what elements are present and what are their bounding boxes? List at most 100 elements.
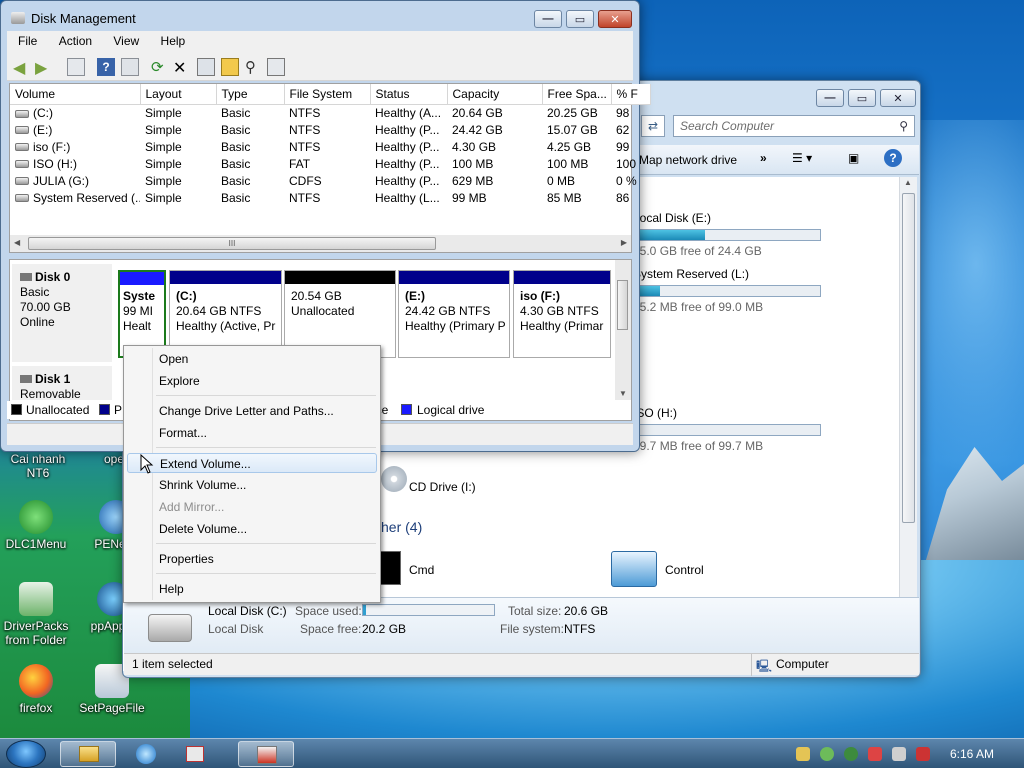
properties-icon[interactable] <box>121 58 139 76</box>
disk1-label[interactable]: Disk 1 Removable <box>12 366 112 401</box>
menu-separator <box>156 395 376 396</box>
menu-item-properties[interactable]: Properties <box>127 549 377 569</box>
table-row[interactable]: ISO (H:) Simple Basic FAT Healthy (P... 100 M… <box>10 155 650 172</box>
scroll-up-icon[interactable]: ▲ <box>904 178 912 187</box>
table-cell: 100 MB <box>452 156 494 171</box>
menu-item-format[interactable]: Format... <box>127 423 377 443</box>
scroll-right-icon[interactable]: ▶ <box>621 238 627 247</box>
explorer-close-button[interactable]: ✕ <box>880 89 916 107</box>
table-cell: Healthy (P... <box>375 156 440 171</box>
check-icon[interactable] <box>197 58 215 76</box>
table-row[interactable]: iso (F:) Simple Basic NTFS Healthy (P... 4.30… <box>10 138 650 155</box>
scrollbar-thumb[interactable] <box>617 280 628 330</box>
back-icon[interactable]: ◀ <box>13 58 31 77</box>
map-network-drive-button[interactable]: Map network drive <box>639 153 737 167</box>
drive-usage-bar <box>633 424 821 436</box>
menu-item-explore[interactable]: Explore <box>127 371 377 391</box>
graph-vertical-scrollbar[interactable]: ▼ <box>615 260 631 400</box>
volume-list-horizontal-scrollbar[interactable]: ◀ III ▶ <box>10 235 631 252</box>
taskbar-disk-management[interactable] <box>238 741 294 767</box>
table-cell: 24.42 GB <box>452 122 503 137</box>
explorer-maximize-button[interactable]: ▭ <box>848 89 876 107</box>
open-folder-icon[interactable] <box>221 58 239 76</box>
menu-item-change-drive-letter[interactable]: Change Drive Letter and Paths... <box>127 401 377 421</box>
table-row[interactable]: (E:) Simple Basic NTFS Healthy (P... 24.42 GB… <box>10 121 650 138</box>
volume-name-cell: (E:) <box>10 121 140 138</box>
close-button[interactable]: ✕ <box>598 10 632 28</box>
table-cell: 4.30 GB <box>452 139 497 154</box>
desktop-icon-firefox[interactable]: firefox <box>0 664 72 715</box>
tray-security-icon[interactable] <box>820 747 834 761</box>
minimize-icon: — <box>542 13 554 25</box>
scrollbar-thumb[interactable] <box>902 193 915 523</box>
start-button[interactable] <box>6 740 46 768</box>
help-icon[interactable]: ? <box>97 58 115 76</box>
scroll-left-icon[interactable]: ◀ <box>14 238 20 247</box>
console-tree-icon[interactable] <box>67 58 85 76</box>
preview-pane-button[interactable]: ▣ <box>848 151 859 165</box>
scroll-down-icon[interactable]: ▼ <box>619 389 627 398</box>
column-header[interactable]: Status <box>370 84 448 105</box>
more-commands-button[interactable]: » <box>760 151 767 165</box>
drive-item-cd-drive-i[interactable]: CD Drive (I:) <box>381 466 541 506</box>
table-row[interactable]: (C:) Simple Basic NTFS Healthy (A... 20.64 GB… <box>10 104 650 121</box>
partition-e[interactable]: (E:) 24.42 GB NTFS Healthy (Primary P <box>398 270 510 358</box>
help-icon[interactable]: ? <box>884 149 902 167</box>
table-cell: NTFS <box>289 105 321 120</box>
disk0-label[interactable]: Disk 0 Basic 70.00 GB Online <box>12 264 112 362</box>
menu-help[interactable]: Help <box>150 31 193 48</box>
table-row[interactable]: System Reserved (... Simple Basic NTFS Healt… <box>10 189 650 206</box>
forward-icon[interactable]: ▶ <box>35 58 53 77</box>
menu-item-open[interactable]: Open <box>127 349 377 369</box>
menu-item-shrink-volume[interactable]: Shrink Volume... <box>127 475 377 495</box>
column-header[interactable]: Type <box>216 84 285 105</box>
tray-app-icon[interactable] <box>868 747 882 761</box>
item-cmd[interactable]: Cmd <box>363 551 483 587</box>
minimize-button[interactable]: — <box>534 10 562 28</box>
menu-item-extend-volume[interactable]: Extend Volume... <box>127 453 377 473</box>
menu-item-add-mirror[interactable]: Add Mirror... <box>127 497 377 517</box>
desktop-icon-cai-nhanh[interactable]: Cai nhanh NT6 <box>2 452 74 480</box>
search-icon[interactable]: ⚲ <box>245 58 263 76</box>
drive-item-iso-h[interactable]: ISO (H:) 99.7 MB free of 99.7 MB <box>605 406 893 453</box>
refresh-icon[interactable]: ⟳ <box>151 58 169 76</box>
app-icon <box>186 746 204 762</box>
column-header[interactable]: Layout <box>140 84 217 105</box>
partition-iso-f[interactable]: iso (F:) 4.30 GB NTFS Healthy (Primar <box>513 270 611 358</box>
taskbar-internet-explorer[interactable] <box>118 741 174 767</box>
delete-icon[interactable]: ✕ <box>173 58 191 77</box>
drive-item-system-reserved-l[interactable]: System Reserved (L:) 85.2 MB free of 99.… <box>605 267 893 314</box>
column-header[interactable]: % F <box>611 84 651 105</box>
item-control[interactable]: Control <box>611 551 731 587</box>
taskbar-explorer[interactable] <box>60 741 116 767</box>
search-input[interactable]: Search Computer ⚲ <box>673 115 915 137</box>
tray-volume-muted-icon[interactable] <box>916 747 930 761</box>
menu-view[interactable]: View <box>102 31 146 48</box>
menu-item-help[interactable]: Help <box>127 579 377 599</box>
desktop-icon-dlc1menu[interactable]: DLC1Menu <box>0 500 72 551</box>
scrollbar-thumb[interactable]: III <box>28 237 436 250</box>
tray-network-icon[interactable] <box>796 747 810 761</box>
volume-list[interactable]: Volume Layout Type File System Status Ca… <box>9 83 651 253</box>
tray-play-icon[interactable] <box>844 747 858 761</box>
explorer-minimize-button[interactable]: — <box>816 89 844 107</box>
menu-action[interactable]: Action <box>48 31 99 48</box>
column-header[interactable]: File System <box>284 84 371 105</box>
table-cell: Simple <box>145 105 182 120</box>
desktop-icon-driverpacks[interactable]: DriverPacks from Folder <box>0 582 72 647</box>
menu-file[interactable]: File <box>7 31 44 48</box>
table-row[interactable]: JULIA (G:) Simple Basic CDFS Healthy (P... 62… <box>10 172 650 189</box>
clock[interactable]: 6:16 AM <box>950 747 994 761</box>
view-icon[interactable] <box>267 58 285 76</box>
change-view-button[interactable]: ☰ ▾ <box>792 151 812 165</box>
taskbar-app[interactable] <box>176 741 216 767</box>
column-header[interactable]: Volume <box>10 84 141 105</box>
column-header[interactable]: Free Spa... <box>542 84 612 105</box>
tray-flag-icon[interactable] <box>892 747 906 761</box>
column-header[interactable]: Capacity <box>447 84 543 105</box>
drive-icon <box>15 160 29 169</box>
maximize-button[interactable]: ▭ <box>566 10 594 28</box>
drive-item-local-disk-e[interactable]: Local Disk (E:) 15.0 GB free of 24.4 GB <box>605 211 893 258</box>
table-cell: Simple <box>145 190 182 205</box>
menu-item-delete-volume[interactable]: Delete Volume... <box>127 519 377 539</box>
